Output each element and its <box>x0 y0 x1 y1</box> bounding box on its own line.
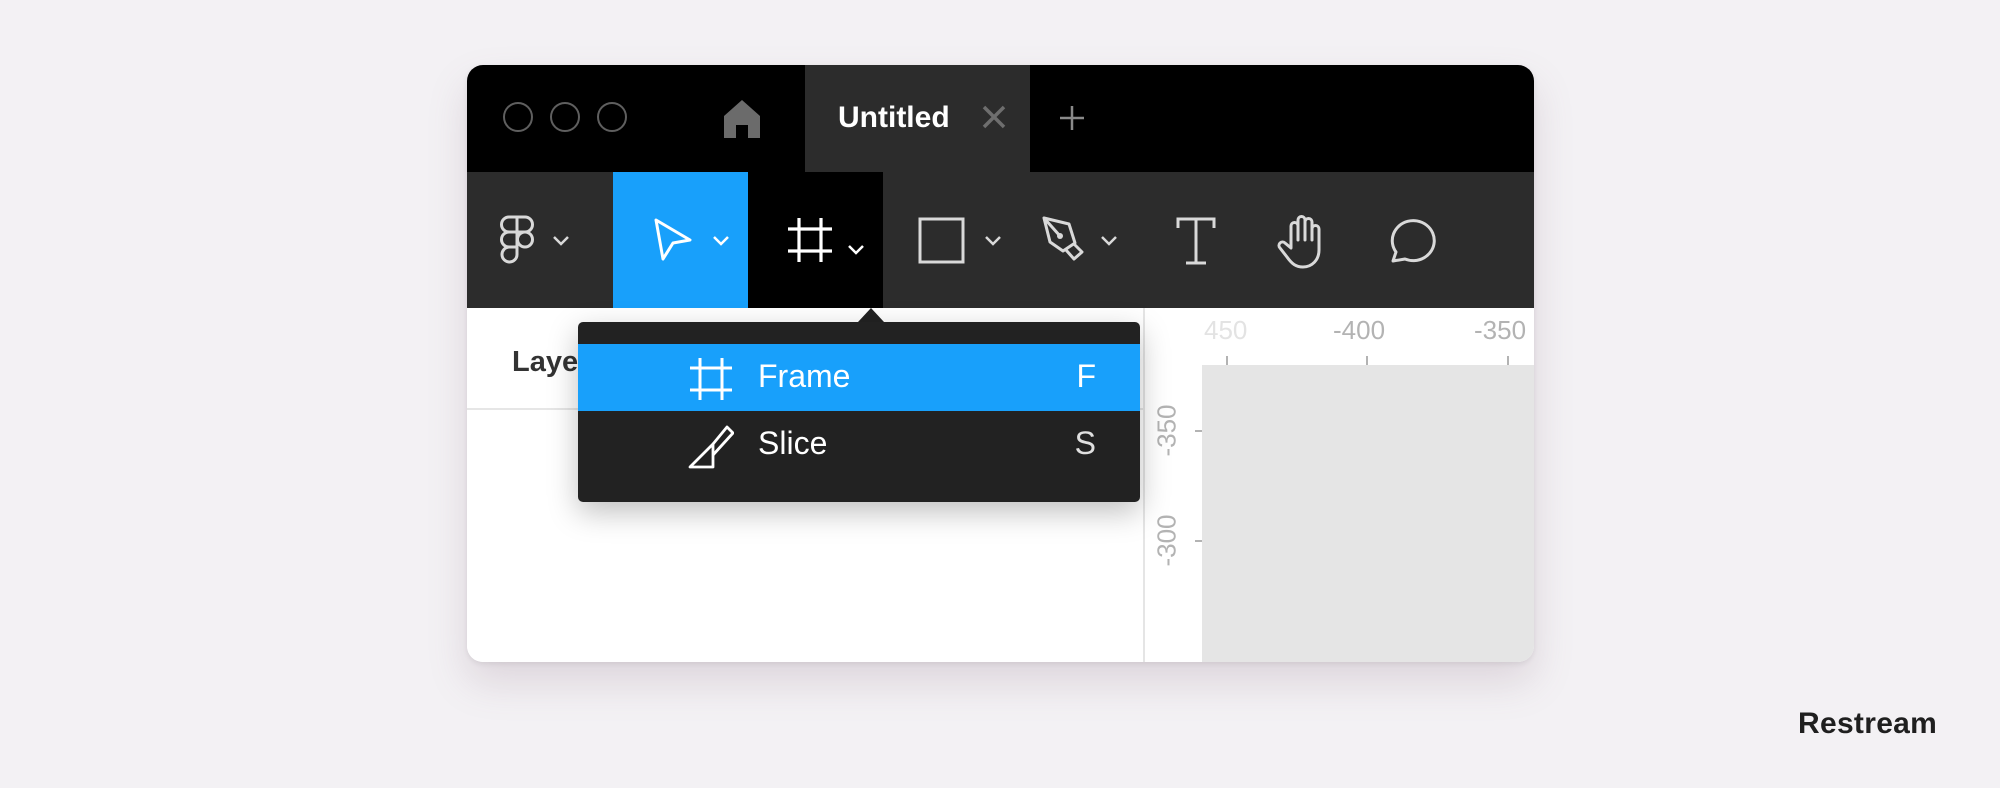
canvas[interactable] <box>1202 365 1534 662</box>
frame-icon <box>690 358 732 400</box>
home-icon[interactable] <box>723 98 761 138</box>
frame-icon <box>788 218 832 262</box>
window-minimize-button[interactable] <box>550 102 580 132</box>
close-icon[interactable] <box>980 103 1008 131</box>
menu-item-shortcut: F <box>1076 358 1096 394</box>
menu-item-label: Slice <box>758 425 828 461</box>
text-icon <box>1176 217 1216 265</box>
ruler-corner <box>1143 308 1202 365</box>
ruler-label-v: -300 <box>1151 514 1182 567</box>
tab-untitled[interactable]: Untitled <box>805 65 1030 172</box>
chevron-down-icon <box>713 236 729 246</box>
pen-tool-button[interactable] <box>1019 172 1153 308</box>
menu-item-label: Frame <box>758 358 851 394</box>
tab-label: Untitled <box>838 101 950 134</box>
main-menu-button[interactable] <box>467 172 613 308</box>
hand-tool-button[interactable] <box>1257 172 1363 308</box>
rectangle-icon <box>918 217 965 264</box>
ruler-label-h: -350 <box>1474 315 1527 345</box>
title-bar: Untitled <box>467 65 1534 172</box>
rectangle-tool-button[interactable] <box>883 172 1019 308</box>
chevron-down-icon <box>553 236 569 246</box>
chevron-down-icon <box>985 236 1001 246</box>
toolbar <box>467 172 1534 308</box>
hand-icon <box>1277 215 1321 269</box>
window-close-button[interactable] <box>503 102 533 132</box>
chevron-down-icon <box>1101 236 1117 246</box>
dropdown-caret <box>858 308 884 322</box>
window-maximize-button[interactable] <box>597 102 627 132</box>
comment-tool-button[interactable] <box>1363 172 1483 308</box>
ruler-label-h: -400 <box>1333 315 1386 345</box>
cursor-arrow-icon <box>654 218 692 261</box>
restream-watermark: Restream <box>1798 707 1938 740</box>
menu-item-slice[interactable]: Slice S <box>578 411 1140 478</box>
ruler-label-h: 450 <box>1204 315 1248 345</box>
figma-window: Untitled Layers -350 -300 450 -400 -350 … <box>467 65 1534 662</box>
slice-icon <box>688 425 734 469</box>
horizontal-ruler: 450 -400 -350 <box>1202 308 1534 366</box>
figma-logo-icon <box>500 215 534 264</box>
menu-item-shortcut: S <box>1074 425 1096 461</box>
comment-icon <box>1390 219 1436 263</box>
frame-tool-button[interactable] <box>748 172 883 308</box>
move-tool-button[interactable] <box>613 172 748 308</box>
frame-tool-menu: Frame F Slice S <box>578 322 1140 502</box>
pen-icon <box>1042 216 1084 261</box>
text-tool-button[interactable] <box>1153 172 1257 308</box>
menu-item-frame[interactable]: Frame F <box>578 344 1140 411</box>
plus-icon[interactable] <box>1057 103 1087 133</box>
chevron-down-icon <box>848 245 864 255</box>
ruler-label-v: -350 <box>1151 404 1182 457</box>
